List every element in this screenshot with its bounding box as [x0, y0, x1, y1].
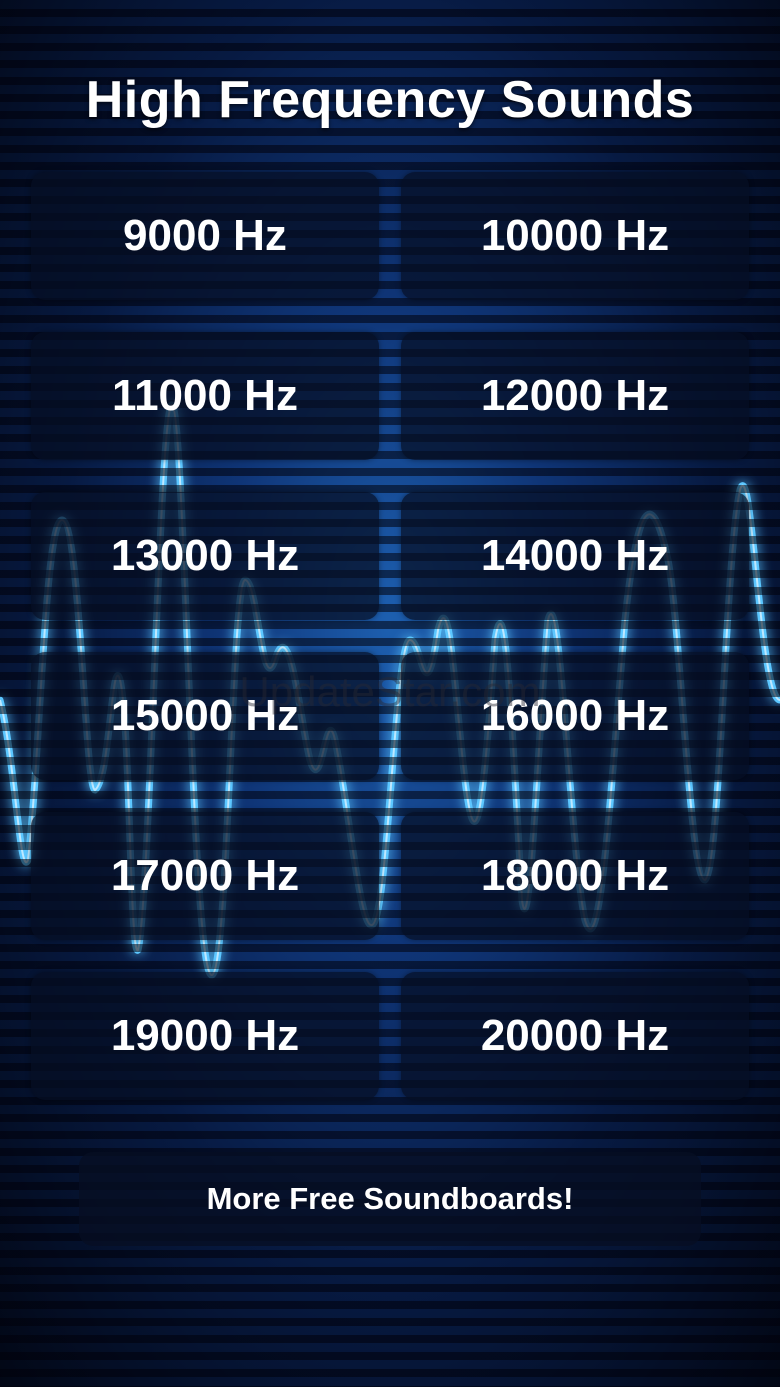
more-soundboards-button[interactable]: More Free Soundboards!	[79, 1152, 701, 1246]
sound-button-20000[interactable]: 20000 Hz	[401, 972, 749, 1100]
sound-button-13000[interactable]: 13000 Hz	[31, 492, 379, 620]
sound-button-9000[interactable]: 9000 Hz	[31, 172, 379, 300]
sound-button-15000[interactable]: 15000 Hz	[31, 652, 379, 780]
sound-button-18000[interactable]: 18000 Hz	[401, 812, 749, 940]
sound-button-12000[interactable]: 12000 Hz	[401, 332, 749, 460]
sound-button-11000[interactable]: 11000 Hz	[31, 332, 379, 460]
sound-button-16000[interactable]: 16000 Hz	[401, 652, 749, 780]
sound-button-17000[interactable]: 17000 Hz	[31, 812, 379, 940]
sound-button-19000[interactable]: 19000 Hz	[31, 972, 379, 1100]
sound-button-14000[interactable]: 14000 Hz	[401, 492, 749, 620]
sound-button-10000[interactable]: 10000 Hz	[401, 172, 749, 300]
page-title: High Frequency Sounds	[85, 71, 695, 129]
